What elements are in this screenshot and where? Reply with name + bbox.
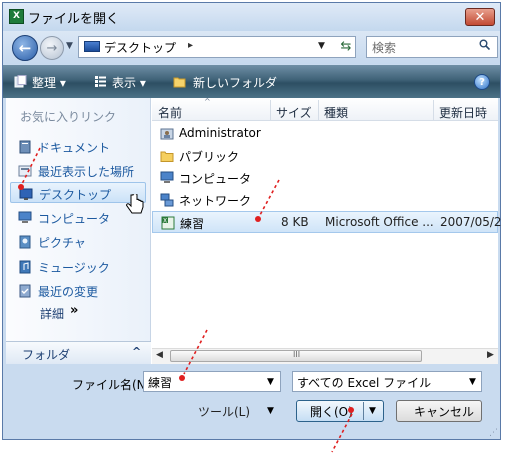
- annotation-dot-file: [255, 216, 261, 222]
- annotation-line-nav: [21, 147, 41, 185]
- annotation-dot-filename: [179, 375, 185, 381]
- annotation-overlay: [18, 147, 354, 453]
- annotation-dot-nav: [18, 184, 24, 190]
- annotation-line-open: [331, 413, 353, 453]
- annotation-line-filename: [183, 329, 208, 375]
- annotation-line-file: [259, 179, 280, 216]
- annotation-dot-open: [348, 407, 354, 413]
